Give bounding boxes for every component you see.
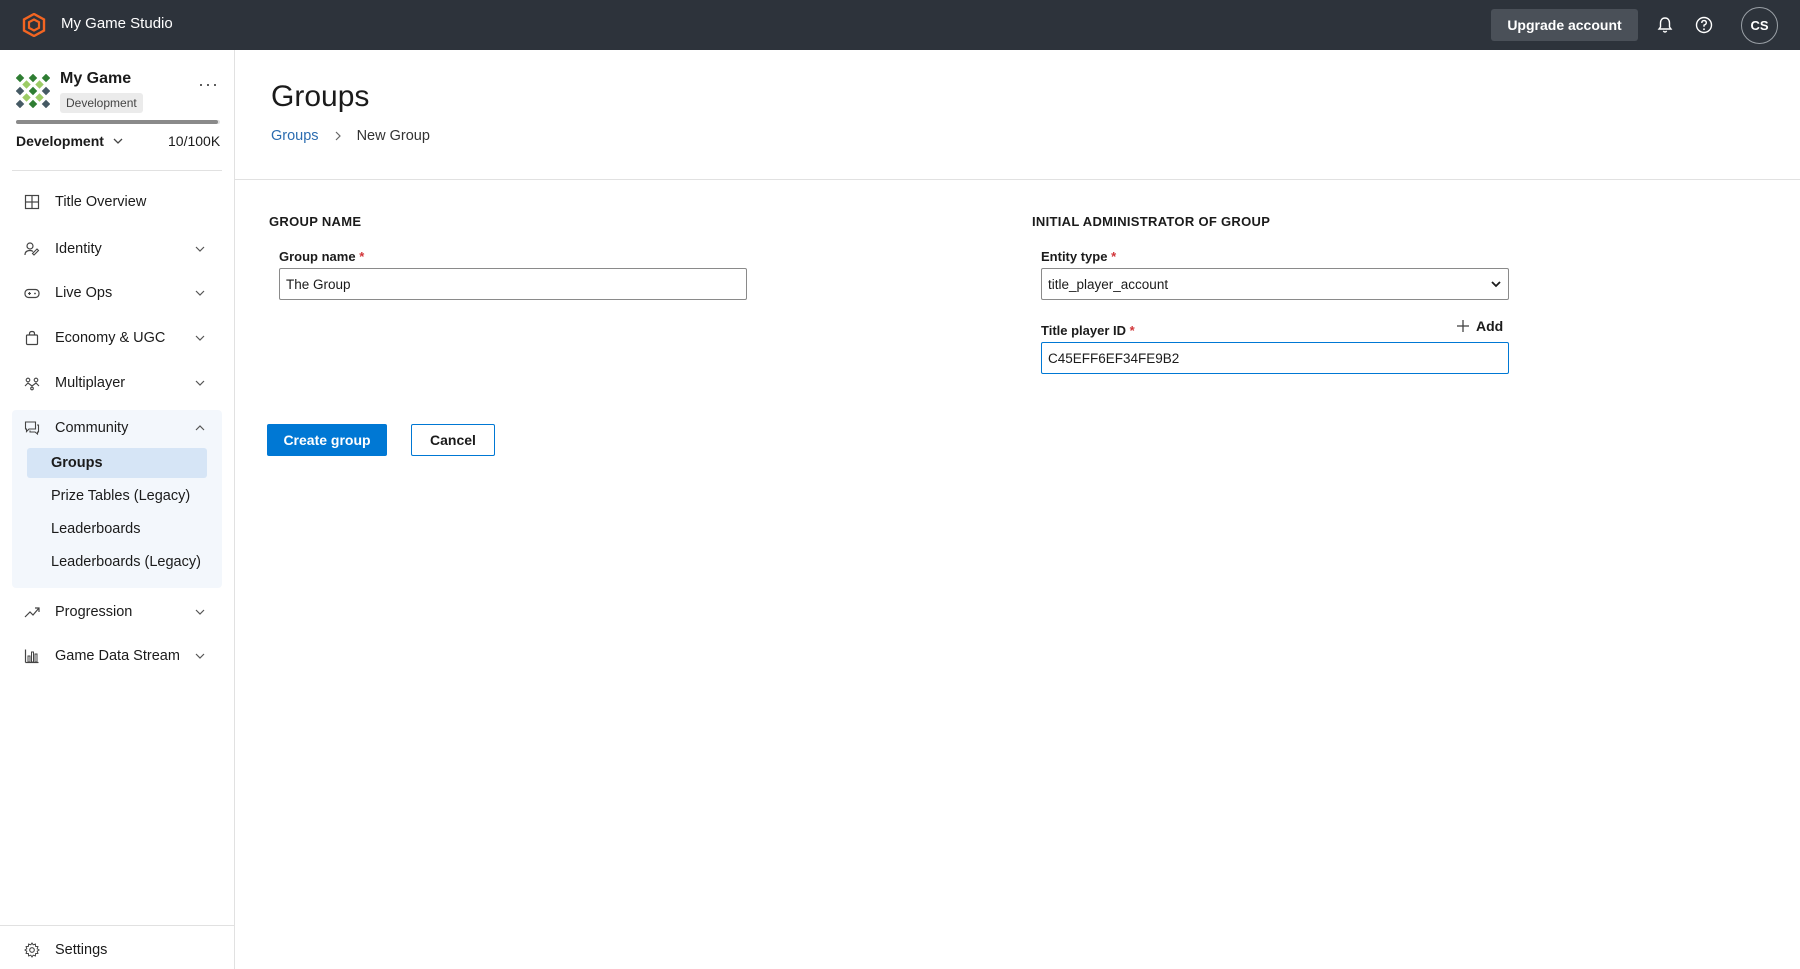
title-player-id-input[interactable]: [1041, 342, 1509, 374]
group-name-label-text: Group name: [279, 249, 356, 264]
top-bar: My Game Studio Upgrade account CS: [0, 0, 1800, 50]
sidebar-item-multiplayer[interactable]: Multiplayer: [12, 365, 222, 401]
entity-type-select-value: title_player_account: [1048, 276, 1169, 292]
sidebar-item-label: Community: [55, 420, 129, 436]
chevron-down-icon: [195, 290, 205, 296]
chevron-down-icon: [195, 335, 205, 341]
sidebar-item-settings[interactable]: Settings: [12, 932, 222, 968]
environment-selector[interactable]: Development: [16, 133, 124, 149]
sidebar: My Game Development ··· Development 10/1…: [0, 50, 235, 969]
multiplayer-icon: [24, 377, 40, 391]
identity-icon: [24, 242, 40, 256]
add-player-button[interactable]: Add: [1456, 318, 1503, 334]
entity-type-select[interactable]: title_player_account: [1041, 268, 1509, 300]
entity-type-label-text: Entity type: [1041, 249, 1108, 264]
sidebar-item-game-data-stream[interactable]: Game Data Stream: [12, 638, 222, 674]
required-marker: *: [359, 249, 365, 264]
sidebar-divider: [12, 170, 222, 171]
game-avatar-icon: [16, 74, 50, 108]
cancel-button[interactable]: Cancel: [411, 424, 495, 456]
sidebar-subitem-leaderboards-legacy[interactable]: Leaderboards (Legacy): [27, 547, 207, 577]
quota-progress-bar: [16, 120, 220, 124]
add-player-label: Add: [1476, 318, 1504, 334]
chevron-right-icon: [335, 131, 341, 141]
breadcrumb-current: New Group: [356, 128, 430, 144]
notification-bell-icon[interactable]: [1655, 15, 1675, 35]
sidebar-item-live-ops[interactable]: Live Ops: [12, 275, 222, 311]
sidebar-subitem-prize-tables-legacy[interactable]: Prize Tables (Legacy): [27, 481, 207, 511]
group-name-section-title: GROUP NAME: [269, 214, 362, 229]
sidebar-item-economy-ugc[interactable]: Economy & UGC: [12, 320, 222, 356]
chevron-down-icon: [1491, 281, 1501, 288]
initial-admin-section-title: INITIAL ADMINISTRATOR OF GROUP: [1032, 214, 1271, 229]
title-player-id-label: Title player ID *: [1041, 323, 1135, 338]
user-avatar[interactable]: CS: [1741, 7, 1778, 44]
gamepad-icon: [24, 288, 40, 299]
sidebar-item-label: Game Data Stream: [55, 648, 180, 664]
sidebar-item-label: Economy & UGC: [55, 330, 166, 346]
chevron-up-icon: [195, 425, 205, 431]
sidebar-item-label: Multiplayer: [55, 375, 126, 391]
entity-type-label: Entity type *: [1041, 249, 1116, 264]
sidebar-divider: [0, 925, 234, 926]
sidebar-subitem-leaderboards[interactable]: Leaderboards: [27, 514, 207, 544]
breadcrumb: Groups New Group: [271, 128, 430, 144]
grid-icon: [24, 194, 40, 210]
trend-up-icon: [24, 607, 40, 618]
sidebar-item-identity[interactable]: Identity: [12, 231, 222, 267]
studio-name[interactable]: My Game Studio: [61, 15, 173, 32]
quota-text: 10/100K: [168, 133, 221, 149]
group-name-input[interactable]: [279, 268, 747, 300]
sidebar-item-label: Settings: [55, 942, 108, 958]
quota-progress-fill: [16, 120, 218, 124]
sidebar-item-label: Identity: [55, 241, 102, 257]
header-divider: [235, 179, 1800, 180]
required-marker: *: [1129, 323, 1135, 338]
more-options-button[interactable]: ···: [198, 74, 219, 95]
bar-chart-icon: [24, 649, 39, 664]
chevron-down-icon: [195, 246, 205, 252]
breadcrumb-groups-link[interactable]: Groups: [271, 128, 319, 144]
sidebar-item-community[interactable]: Community: [12, 410, 222, 446]
environment-selector-label: Development: [16, 133, 104, 149]
chevron-down-icon: [195, 380, 205, 386]
sidebar-item-label: Live Ops: [55, 285, 113, 301]
sidebar-item-label: Progression: [55, 604, 133, 620]
shopping-bag-icon: [25, 330, 39, 346]
sidebar-subitem-groups[interactable]: Groups: [27, 448, 207, 478]
required-marker: *: [1111, 249, 1117, 264]
group-name-label: Group name *: [279, 249, 364, 264]
sidebar-item-title-overview[interactable]: Title Overview: [12, 184, 222, 220]
create-group-button[interactable]: Create group: [267, 424, 387, 456]
chevron-down-icon: [113, 138, 123, 144]
game-name: My Game: [60, 70, 132, 87]
page-title: Groups: [271, 80, 370, 113]
upgrade-account-button[interactable]: Upgrade account: [1491, 9, 1638, 41]
sidebar-item-label: Title Overview: [55, 194, 147, 210]
chat-icon: [24, 421, 40, 436]
help-icon[interactable]: [1694, 15, 1714, 35]
sidebar-item-progression[interactable]: Progression: [12, 594, 222, 630]
environment-badge: Development: [60, 93, 143, 113]
chevron-down-icon: [195, 609, 205, 615]
studio-logo-icon[interactable]: [22, 13, 46, 37]
title-player-id-label-text: Title player ID: [1041, 323, 1127, 338]
chevron-down-icon: [195, 653, 205, 659]
gear-icon: [24, 942, 40, 958]
plus-icon: [1457, 320, 1469, 332]
